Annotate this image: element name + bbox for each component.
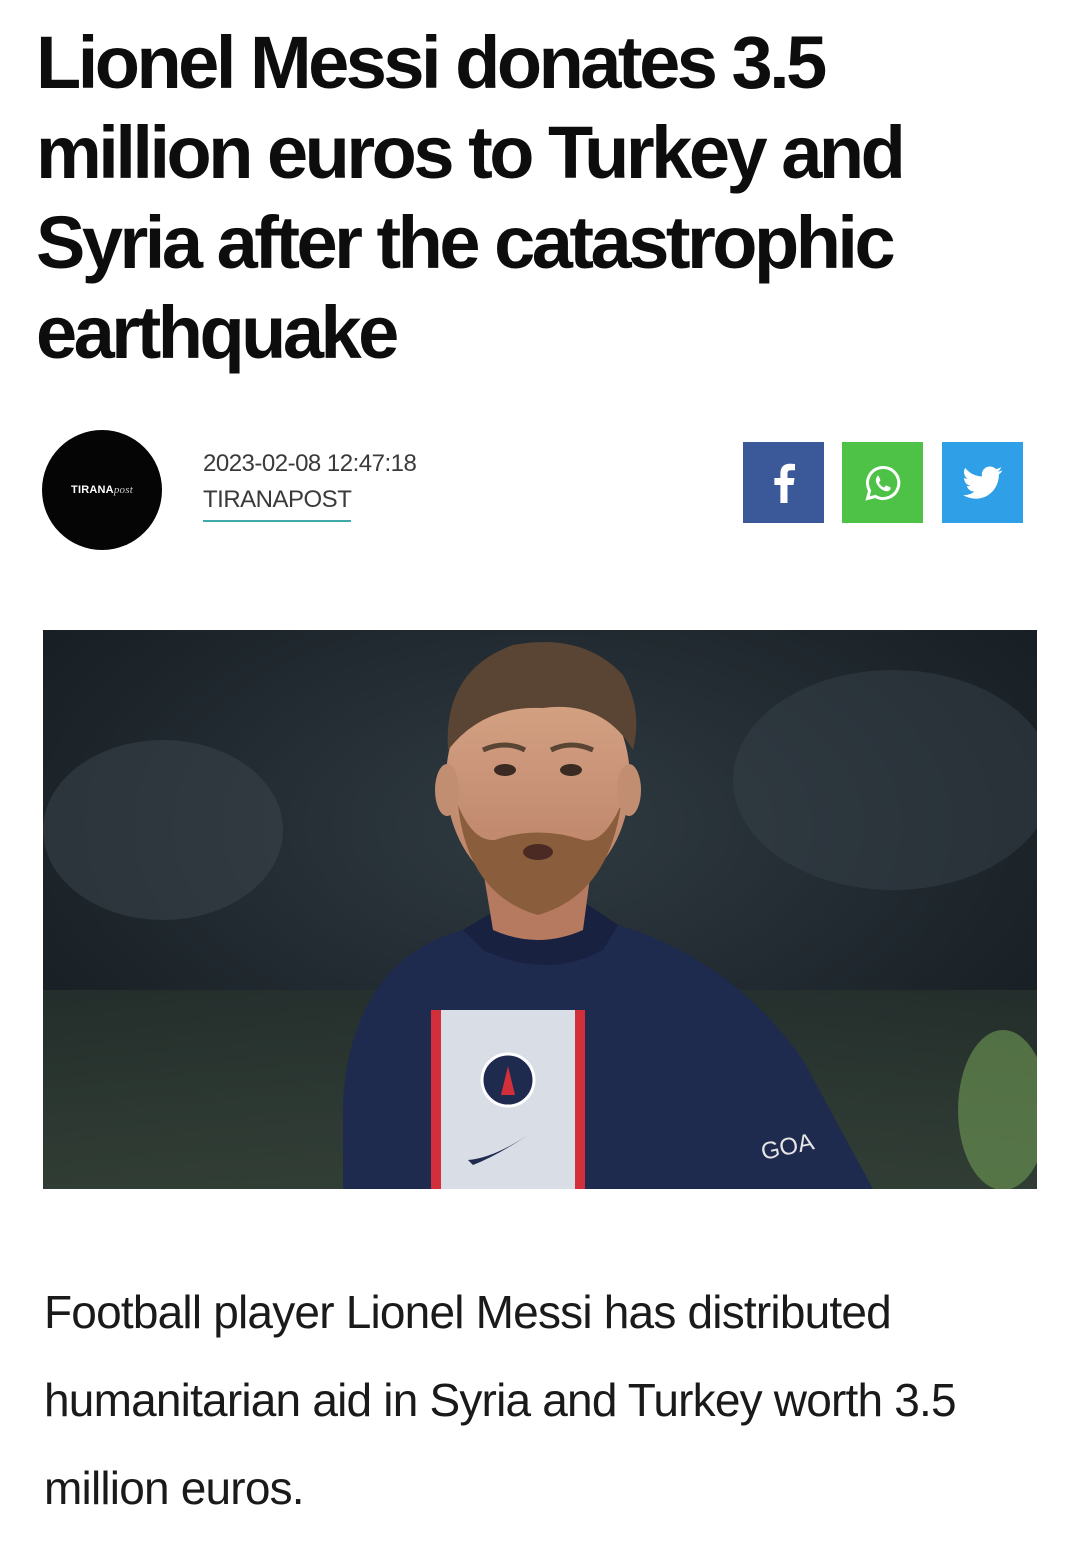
whatsapp-share-button[interactable]	[842, 442, 923, 523]
publisher-logo[interactable]: TIRANApost	[42, 430, 162, 550]
facebook-share-button[interactable]	[743, 442, 824, 523]
article-byline: TIRANApost 2023-02-08 12:47:18 TIRANAPOS…	[0, 428, 1078, 552]
author-link[interactable]: TIRANAPOST	[203, 486, 352, 522]
publisher-logo-text: TIRANApost	[71, 484, 133, 496]
twitter-icon	[962, 465, 1002, 499]
publish-date: 2023-02-08 12:47:18	[203, 450, 417, 477]
football-player-photo: GOA	[43, 630, 1037, 1189]
article-headline: Lionel Messi donates 3.5 million euros t…	[36, 21, 906, 374]
article-page: Lionel Messi donates 3.5 million euros t…	[0, 0, 1078, 1561]
facebook-icon	[773, 463, 795, 503]
article-body: Football player Lionel Messi has distrib…	[44, 1286, 957, 1514]
article-photo: GOA	[43, 630, 1037, 1189]
twitter-share-button[interactable]	[942, 442, 1023, 523]
whatsapp-icon	[864, 465, 900, 501]
